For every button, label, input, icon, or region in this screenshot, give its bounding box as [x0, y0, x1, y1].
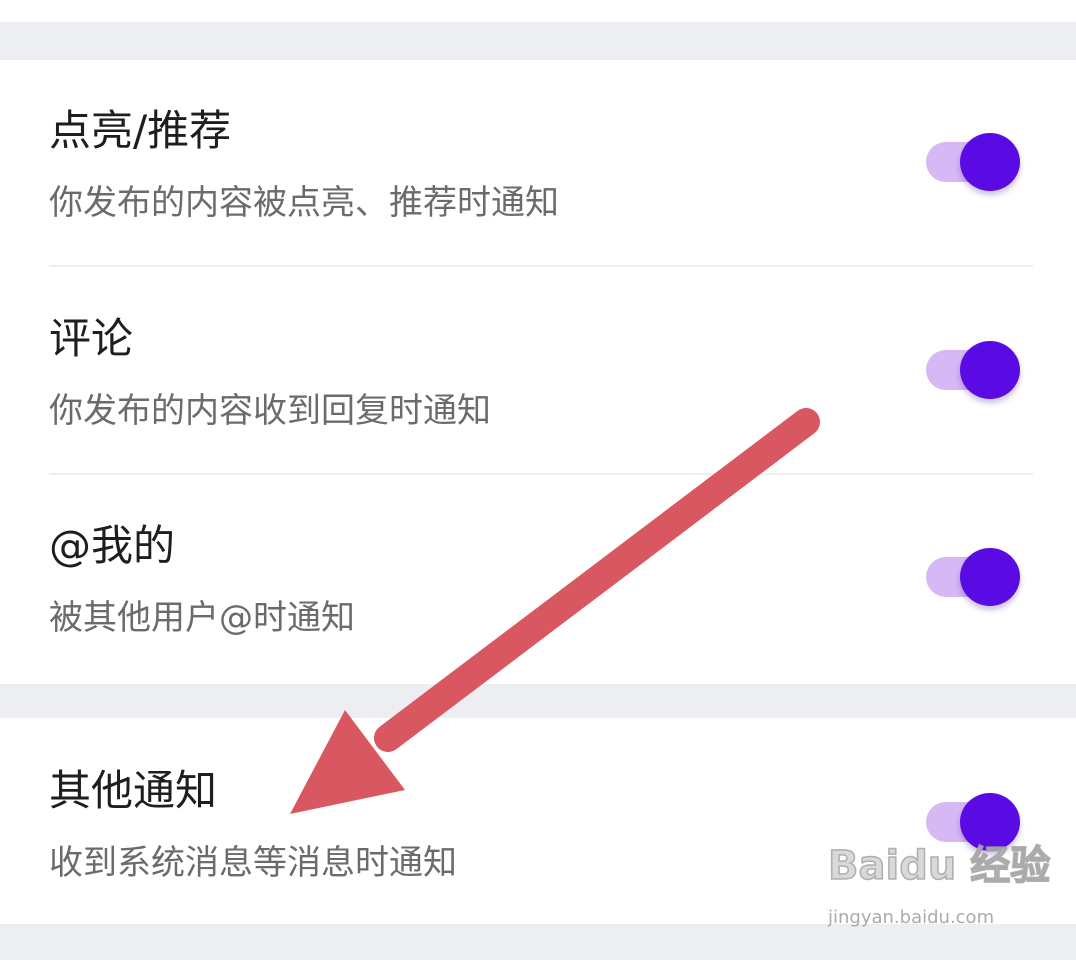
toggle-thumb — [960, 341, 1020, 399]
setting-row-other-notifications[interactable]: 其他通知 收到系统消息等消息时通知 — [0, 718, 1076, 924]
toggle-thumb — [960, 793, 1020, 851]
toggle-switch-mentions[interactable] — [920, 545, 1024, 609]
other-settings-group: 其他通知 收到系统消息等消息时通知 — [0, 718, 1076, 924]
setting-description: 被其他用户@时通知 — [49, 598, 355, 638]
top-section-edge — [0, 0, 1076, 22]
toggle-thumb — [960, 133, 1020, 191]
setting-title: 点亮/推荐 — [49, 106, 232, 155]
toggle-switch-likes-recommend[interactable] — [920, 130, 1024, 194]
notification-settings-group: 点亮/推荐 你发布的内容被点亮、推荐时通知 评论 你发布的内容收到回复时通知 @… — [0, 60, 1076, 684]
setting-title: 其他通知 — [49, 766, 218, 815]
toggle-thumb — [960, 548, 1020, 606]
setting-description: 你发布的内容被点亮、推荐时通知 — [49, 183, 559, 223]
setting-row-mentions[interactable]: @我的 被其他用户@时通知 — [0, 475, 1076, 684]
setting-row-comments[interactable]: 评论 你发布的内容收到回复时通知 — [0, 267, 1076, 474]
toggle-switch-other-notifications[interactable] — [920, 790, 1024, 854]
setting-row-likes-recommend[interactable]: 点亮/推荐 你发布的内容被点亮、推荐时通知 — [0, 60, 1076, 266]
toggle-switch-comments[interactable] — [920, 338, 1024, 402]
setting-description: 你发布的内容收到回复时通知 — [49, 391, 491, 431]
setting-title: @我的 — [49, 521, 176, 570]
setting-description: 收到系统消息等消息时通知 — [49, 843, 457, 883]
setting-title: 评论 — [49, 314, 134, 363]
